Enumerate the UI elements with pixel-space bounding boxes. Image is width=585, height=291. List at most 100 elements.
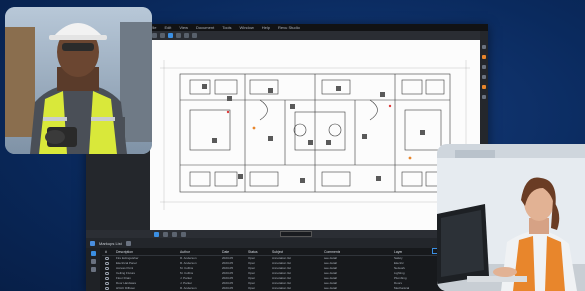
row-description: Electrical Panel bbox=[116, 261, 137, 265]
row-layer: Doors bbox=[394, 281, 403, 285]
menu-studio[interactable]: Revu Studio bbox=[278, 24, 300, 31]
zoom-icon[interactable] bbox=[176, 33, 181, 38]
col-layer[interactable]: Layer bbox=[394, 250, 402, 254]
table-row[interactable]: HVAC Diffuser R. Anderson 2023-05 Open A… bbox=[102, 286, 482, 291]
page-next-icon[interactable] bbox=[181, 231, 186, 237]
row-comments: see detail bbox=[324, 281, 337, 285]
markup-list-icon bbox=[90, 240, 95, 246]
row-subject: Annotation list bbox=[272, 266, 291, 270]
page-prev-icon[interactable] bbox=[172, 231, 177, 237]
row-comments: see detail bbox=[324, 271, 337, 275]
row-description: Ceiling Fixture bbox=[116, 271, 136, 275]
pan-icon[interactable] bbox=[160, 33, 165, 38]
measure-icon[interactable] bbox=[184, 33, 189, 38]
filter-icon[interactable] bbox=[125, 240, 131, 246]
snap-icon[interactable] bbox=[163, 231, 168, 237]
worker-photo-left bbox=[5, 7, 152, 154]
row-subject: Annotation list bbox=[272, 281, 291, 285]
floor-plan-canvas[interactable] bbox=[150, 40, 480, 230]
col-number[interactable]: # bbox=[105, 250, 107, 254]
markup-icon[interactable] bbox=[90, 251, 96, 256]
sets-icon[interactable] bbox=[482, 95, 486, 99]
row-comments: see detail bbox=[324, 276, 337, 280]
row-status: Open bbox=[248, 261, 256, 265]
list-tool-rail bbox=[86, 248, 100, 291]
row-checkbox[interactable] bbox=[105, 266, 109, 270]
row-description: Fire Extinguisher bbox=[116, 256, 139, 260]
settings-icon[interactable] bbox=[90, 267, 96, 272]
toolbar bbox=[150, 31, 480, 40]
zoom-slider[interactable] bbox=[280, 231, 312, 237]
row-layer: Electric bbox=[394, 261, 404, 265]
row-checkbox[interactable] bbox=[105, 256, 109, 260]
properties-icon[interactable] bbox=[482, 45, 486, 49]
row-author: R. Anderson bbox=[180, 256, 197, 260]
row-layer: Plumbing bbox=[394, 276, 407, 280]
row-author: R. Anderson bbox=[180, 286, 197, 290]
row-date: 2023-05 bbox=[222, 266, 234, 270]
filter-icon[interactable] bbox=[90, 259, 96, 264]
menu-view[interactable]: View bbox=[179, 24, 188, 31]
row-status: Open bbox=[248, 256, 256, 260]
measurements-icon[interactable] bbox=[482, 85, 486, 89]
row-author: M. Collins bbox=[180, 266, 194, 270]
menu-window[interactable]: Window bbox=[240, 24, 254, 31]
row-comments: see detail bbox=[324, 256, 337, 260]
menu-tools[interactable]: Tools bbox=[222, 24, 231, 31]
col-date[interactable]: Date bbox=[222, 250, 229, 254]
layers-icon[interactable] bbox=[482, 65, 486, 69]
row-checkbox[interactable] bbox=[105, 281, 109, 285]
row-status: Open bbox=[248, 266, 256, 270]
row-comments: see detail bbox=[324, 286, 337, 290]
row-subject: Annotation list bbox=[272, 276, 291, 280]
row-status: Open bbox=[248, 286, 256, 290]
row-description: Floor Drain bbox=[116, 276, 131, 280]
status-bar bbox=[86, 230, 488, 238]
row-description: HVAC Diffuser bbox=[116, 286, 136, 290]
col-subject[interactable]: Subject bbox=[272, 250, 283, 254]
markups-table: # Description Author Date Status Subject… bbox=[86, 248, 488, 291]
row-checkbox[interactable] bbox=[105, 271, 109, 275]
row-date: 2023-05 bbox=[222, 276, 234, 280]
markup-icon[interactable] bbox=[168, 33, 173, 38]
row-subject: Annotation list bbox=[272, 261, 291, 265]
row-description: Door Hardware bbox=[116, 281, 137, 285]
row-layer: Safety bbox=[394, 256, 403, 260]
row-status: Open bbox=[248, 281, 256, 285]
office-worker-image bbox=[437, 144, 585, 291]
table-header: # Description Author Date Status Subject… bbox=[102, 248, 482, 256]
col-status[interactable]: Status bbox=[248, 250, 258, 254]
markups-list-header: Markups List bbox=[86, 238, 488, 248]
row-checkbox[interactable] bbox=[105, 276, 109, 280]
text-icon[interactable] bbox=[192, 33, 197, 38]
menu-edit[interactable]: Edit bbox=[164, 24, 171, 31]
worker-photo-right bbox=[437, 144, 585, 291]
row-layer: Lighting bbox=[394, 271, 405, 275]
tool-chest-icon[interactable] bbox=[482, 55, 486, 59]
row-date: 2023-05 bbox=[222, 286, 234, 290]
row-author: R. Anderson bbox=[180, 261, 197, 265]
menu-document[interactable]: Document bbox=[196, 24, 214, 31]
grid-icon[interactable] bbox=[154, 231, 159, 237]
row-layer: Network bbox=[394, 266, 406, 270]
row-comments: see detail bbox=[324, 261, 337, 265]
select-icon[interactable] bbox=[152, 33, 157, 38]
menu-help[interactable]: Help bbox=[262, 24, 270, 31]
row-checkbox[interactable] bbox=[105, 286, 109, 290]
floor-plan-drawing bbox=[160, 60, 470, 210]
search-icon[interactable] bbox=[482, 75, 486, 79]
row-status: Open bbox=[248, 276, 256, 280]
col-description[interactable]: Description bbox=[116, 250, 133, 254]
row-date: 2023-05 bbox=[222, 281, 234, 285]
row-subject: Annotation list bbox=[272, 256, 291, 260]
row-status: Open bbox=[248, 271, 256, 275]
row-author: J. Parker bbox=[180, 276, 193, 280]
row-checkbox[interactable] bbox=[105, 261, 109, 265]
col-comments[interactable]: Comments bbox=[324, 250, 340, 254]
row-author: J. Parker bbox=[180, 281, 193, 285]
row-description: Access Point bbox=[116, 266, 134, 270]
row-comments: see detail bbox=[324, 266, 337, 270]
col-author[interactable]: Author bbox=[180, 250, 190, 254]
row-layer: Mechanical bbox=[394, 286, 410, 290]
row-subject: Annotation list bbox=[272, 271, 291, 275]
